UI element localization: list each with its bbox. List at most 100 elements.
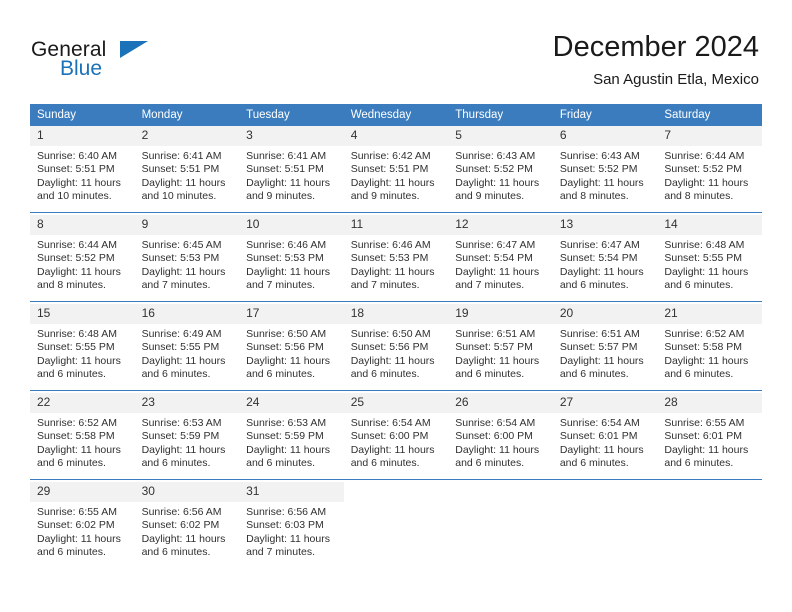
sunset-text: Sunset: 5:58 PM xyxy=(664,341,743,354)
daylight-text: Daylight: 11 hours and 6 minutes. xyxy=(350,354,435,381)
sunset-text: Sunset: 5:55 PM xyxy=(37,341,115,354)
daylight-text: Daylight: 11 hours and 7 minutes. xyxy=(246,532,330,559)
day-details: Sunrise: 6:41 AM Sunset: 5:51 PM Daylight:… xyxy=(135,146,240,204)
daylight-text: Daylight: 11 hours and 6 minutes. xyxy=(664,354,749,381)
calendar-day-cell[interactable]: 12 Sunrise: 6:47 AM Sunset: 5:54 PM Dayligh… xyxy=(448,215,553,302)
day-number: 23 xyxy=(134,393,240,413)
calendar-day-cell[interactable]: 20 Sunrise: 6:51 AM Sunset: 5:57 PM Dayligh… xyxy=(552,304,658,391)
sunset-text: Sunset: 5:52 PM xyxy=(37,252,115,265)
calendar-day-cell-empty xyxy=(343,482,449,568)
daylight-text: Daylight: 11 hours and 8 minutes. xyxy=(664,176,749,203)
calendar-day-cell[interactable]: 19 Sunrise: 6:51 AM Sunset: 5:57 PM Dayligh… xyxy=(448,304,553,391)
calendar-day-cell[interactable]: 15 Sunrise: 6:48 AM Sunset: 5:55 PM Dayligh… xyxy=(30,304,135,391)
sunrise-text: Sunrise: 6:49 AM xyxy=(141,328,222,340)
day-number xyxy=(552,482,658,502)
sunrise-text: Sunrise: 6:54 AM xyxy=(455,417,536,429)
day-details: Sunrise: 6:42 AM Sunset: 5:51 PM Daylight:… xyxy=(344,146,449,204)
triangle-flag-icon xyxy=(120,41,148,58)
calendar-body: 1 Sunrise: 6:40 AM Sunset: 5:51 PM Daylight… xyxy=(30,126,762,568)
day-details: Sunrise: 6:49 AM Sunset: 5:55 PM Daylight:… xyxy=(135,324,240,382)
sunset-text: Sunset: 6:02 PM xyxy=(37,519,115,532)
daylight-text: Daylight: 11 hours and 6 minutes. xyxy=(141,354,226,381)
sunrise-text: Sunrise: 6:56 AM xyxy=(141,506,222,518)
calendar-day-cell[interactable]: 16 Sunrise: 6:49 AM Sunset: 5:55 PM Dayligh… xyxy=(134,304,240,391)
sunrise-text: Sunrise: 6:45 AM xyxy=(141,239,222,251)
calendar-day-cell[interactable]: 10 Sunrise: 6:46 AM Sunset: 5:53 PM Dayligh… xyxy=(239,215,344,302)
daylight-text: Daylight: 11 hours and 6 minutes. xyxy=(37,443,121,470)
daylight-text: Daylight: 11 hours and 10 minutes. xyxy=(37,176,121,203)
calendar-day-cell[interactable]: 2 Sunrise: 6:41 AM Sunset: 5:51 PM Daylight… xyxy=(134,126,240,213)
calendar-day-cell[interactable]: 3 Sunrise: 6:41 AM Sunset: 5:51 PM Daylight… xyxy=(239,126,344,213)
daylight-text: Daylight: 11 hours and 6 minutes. xyxy=(37,532,121,559)
day-details: Sunrise: 6:47 AM Sunset: 5:54 PM Daylight:… xyxy=(553,235,658,293)
day-details: Sunrise: 6:56 AM Sunset: 6:03 PM Daylight:… xyxy=(239,502,344,560)
calendar-day-cell[interactable]: 21 Sunrise: 6:52 AM Sunset: 5:58 PM Dayligh… xyxy=(657,304,762,391)
sunset-text: Sunset: 5:59 PM xyxy=(141,430,220,443)
calendar-day-cell[interactable]: 22 Sunrise: 6:52 AM Sunset: 5:58 PM Dayligh… xyxy=(30,393,135,480)
day-details: Sunrise: 6:43 AM Sunset: 5:52 PM Daylight:… xyxy=(553,146,658,204)
calendar-day-cell[interactable]: 30 Sunrise: 6:56 AM Sunset: 6:02 PM Dayligh… xyxy=(134,482,240,568)
calendar-day-cell[interactable]: 18 Sunrise: 6:50 AM Sunset: 5:56 PM Dayligh… xyxy=(343,304,449,391)
calendar-week-row: 1 Sunrise: 6:40 AM Sunset: 5:51 PM Daylight… xyxy=(30,126,762,213)
calendar-day-cell[interactable]: 25 Sunrise: 6:54 AM Sunset: 6:00 PM Dayligh… xyxy=(343,393,449,480)
sunrise-text: Sunrise: 6:43 AM xyxy=(455,150,536,162)
calendar-day-cell[interactable]: 17 Sunrise: 6:50 AM Sunset: 5:56 PM Dayligh… xyxy=(239,304,344,391)
sunset-text: Sunset: 5:56 PM xyxy=(246,341,324,354)
calendar-day-cell[interactable]: 4 Sunrise: 6:42 AM Sunset: 5:51 PM Daylight… xyxy=(343,126,449,213)
day-details: Sunrise: 6:55 AM Sunset: 6:02 PM Daylight:… xyxy=(30,502,135,560)
calendar-day-cell[interactable]: 7 Sunrise: 6:44 AM Sunset: 5:52 PM Daylight… xyxy=(657,126,762,213)
day-details: Sunrise: 6:46 AM Sunset: 5:53 PM Daylight:… xyxy=(239,235,344,293)
calendar-day-cell[interactable]: 5 Sunrise: 6:43 AM Sunset: 5:52 PM Daylight… xyxy=(448,126,553,213)
calendar-week-row: 29 Sunrise: 6:55 AM Sunset: 6:02 PM Dayligh… xyxy=(30,482,762,568)
day-number: 3 xyxy=(239,126,344,146)
sunset-text: Sunset: 5:52 PM xyxy=(664,163,743,176)
daylight-text: Daylight: 11 hours and 8 minutes. xyxy=(559,176,644,203)
day-number: 5 xyxy=(448,126,553,146)
weekday-header-wednesday: Wednesday xyxy=(343,104,449,126)
calendar-day-cell[interactable]: 28 Sunrise: 6:55 AM Sunset: 6:01 PM Dayligh… xyxy=(657,393,762,480)
weekday-header-saturday: Saturday xyxy=(657,104,762,126)
day-number: 1 xyxy=(30,126,135,146)
calendar-day-cell[interactable]: 1 Sunrise: 6:40 AM Sunset: 5:51 PM Daylight… xyxy=(30,126,135,213)
calendar-day-cell[interactable]: 27 Sunrise: 6:54 AM Sunset: 6:01 PM Dayligh… xyxy=(552,393,658,480)
daylight-text: Daylight: 11 hours and 6 minutes. xyxy=(664,265,749,292)
sunset-text: Sunset: 6:03 PM xyxy=(246,519,324,532)
daylight-text: Daylight: 11 hours and 7 minutes. xyxy=(455,265,540,292)
calendar-day-cell[interactable]: 6 Sunrise: 6:43 AM Sunset: 5:52 PM Daylight… xyxy=(552,126,658,213)
calendar-day-cell[interactable]: 11 Sunrise: 6:46 AM Sunset: 5:53 PM Dayligh… xyxy=(343,215,449,302)
day-details: Sunrise: 6:54 AM Sunset: 6:00 PM Daylight:… xyxy=(344,413,449,471)
calendar-week-row: 15 Sunrise: 6:48 AM Sunset: 5:55 PM Dayligh… xyxy=(30,304,762,391)
calendar-day-cell[interactable]: 31 Sunrise: 6:56 AM Sunset: 6:03 PM Dayligh… xyxy=(239,482,344,568)
weekday-header-sunday: Sunday xyxy=(30,104,135,126)
daylight-text: Daylight: 11 hours and 7 minutes. xyxy=(246,265,330,292)
daylight-text: Daylight: 11 hours and 6 minutes. xyxy=(559,443,644,470)
calendar-day-cell[interactable]: 29 Sunrise: 6:55 AM Sunset: 6:02 PM Dayligh… xyxy=(30,482,135,568)
day-number: 21 xyxy=(657,304,762,324)
day-number: 11 xyxy=(343,215,449,235)
sunset-text: Sunset: 5:51 PM xyxy=(141,163,220,176)
brand-logo[interactable]: General Blue xyxy=(31,38,261,88)
brand-name-blue: Blue xyxy=(60,57,103,80)
page-header: General Blue December 2024 San Agustin E… xyxy=(0,0,792,100)
daylight-text: Daylight: 11 hours and 6 minutes. xyxy=(246,354,330,381)
sunrise-text: Sunrise: 6:47 AM xyxy=(559,239,640,251)
day-number: 26 xyxy=(448,393,553,413)
calendar-day-cell[interactable]: 26 Sunrise: 6:54 AM Sunset: 6:00 PM Dayligh… xyxy=(448,393,553,480)
sunrise-text: Sunrise: 6:44 AM xyxy=(37,239,117,251)
sunrise-text: Sunrise: 6:55 AM xyxy=(664,417,745,429)
sunset-text: Sunset: 5:53 PM xyxy=(350,252,429,265)
day-details: Sunrise: 6:50 AM Sunset: 5:56 PM Daylight:… xyxy=(239,324,344,382)
calendar-day-cell[interactable]: 13 Sunrise: 6:47 AM Sunset: 5:54 PM Dayligh… xyxy=(552,215,658,302)
calendar-day-cell[interactable]: 24 Sunrise: 6:53 AM Sunset: 5:59 PM Dayligh… xyxy=(239,393,344,480)
day-number: 6 xyxy=(552,126,658,146)
calendar-day-cell[interactable]: 14 Sunrise: 6:48 AM Sunset: 5:55 PM Dayligh… xyxy=(657,215,762,302)
day-number: 7 xyxy=(657,126,762,146)
sunset-text: Sunset: 5:55 PM xyxy=(141,341,220,354)
sunrise-text: Sunrise: 6:46 AM xyxy=(246,239,327,251)
calendar-day-cell[interactable]: 8 Sunrise: 6:44 AM Sunset: 5:52 PM Daylight… xyxy=(30,215,135,302)
calendar-day-cell[interactable]: 23 Sunrise: 6:53 AM Sunset: 5:59 PM Dayligh… xyxy=(134,393,240,480)
calendar-day-cell[interactable]: 9 Sunrise: 6:45 AM Sunset: 5:53 PM Daylight… xyxy=(134,215,240,302)
sunset-text: Sunset: 5:53 PM xyxy=(141,252,220,265)
sunrise-text: Sunrise: 6:43 AM xyxy=(559,150,640,162)
day-number: 4 xyxy=(343,126,449,146)
